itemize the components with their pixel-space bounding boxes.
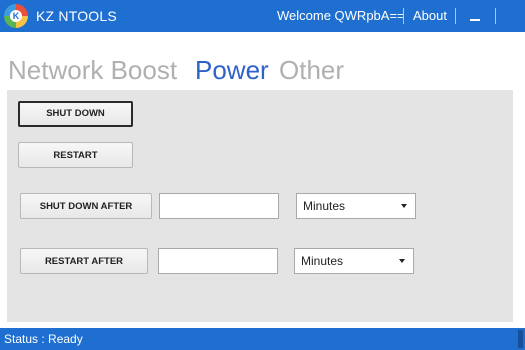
about-link[interactable]: About <box>413 0 447 32</box>
shut-down-unit-select[interactable]: Minutes <box>296 193 416 219</box>
restart-button[interactable]: RESTART <box>18 142 133 168</box>
app-title: KZ NTOOLS <box>36 8 117 24</box>
power-panel: SHUT DOWN RESTART SHUT DOWN AFTER Minute… <box>7 90 513 322</box>
restart-unit-select[interactable]: Minutes <box>294 248 414 274</box>
title-bar: K KZ NTOOLS Welcome QWRpbA== About <box>0 0 525 32</box>
app-logo-icon: K <box>4 4 28 28</box>
welcome-text: Welcome QWRpbA== <box>277 8 405 23</box>
chevron-down-icon <box>401 204 407 208</box>
shut-down-button[interactable]: SHUT DOWN <box>18 101 133 127</box>
chevron-down-icon <box>399 259 405 263</box>
tab-power[interactable]: Power <box>195 52 269 88</box>
shut-down-after-button[interactable]: SHUT DOWN AFTER <box>20 193 152 219</box>
minimize-icon <box>470 19 480 22</box>
title-divider <box>403 8 404 24</box>
resize-grip[interactable] <box>518 330 523 348</box>
minimize-button[interactable] <box>462 0 488 32</box>
logo-letter: K <box>10 10 22 22</box>
shut-down-unit-value: Minutes <box>303 199 346 213</box>
title-divider <box>455 8 456 24</box>
restart-unit-value: Minutes <box>301 254 344 268</box>
shut-down-after-input[interactable] <box>159 193 279 219</box>
title-divider <box>495 8 496 24</box>
tab-network-boost[interactable]: Network Boost <box>8 52 177 88</box>
status-text: Status : Ready <box>4 332 83 346</box>
restart-after-button[interactable]: RESTART AFTER <box>20 248 148 274</box>
restart-after-input[interactable] <box>158 248 278 274</box>
tab-other[interactable]: Other <box>279 52 344 88</box>
status-bar: Status : Ready <box>0 328 525 350</box>
